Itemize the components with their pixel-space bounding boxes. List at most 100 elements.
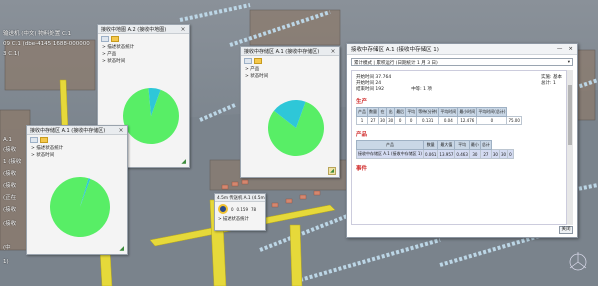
tree-item[interactable]: > 描述状态统计 <box>102 44 189 51</box>
table-cell: 0 <box>405 116 418 125</box>
popup-title: 接收中存储区 A.1 (接收中存储区) <box>30 127 106 134</box>
table-header-cell: 最大值 <box>437 140 456 150</box>
popup-title: 接收中地图 A.2 (接收中地图) <box>101 26 167 33</box>
popup-tree: > 描述状态统计 > 状态时间 <box>27 145 127 159</box>
conveyor-popup[interactable]: 4.5m 传送机 A.1 (4.5m) 0 0.159 78 > 描述状态统计 <box>214 193 266 231</box>
table-cell: 27 <box>479 149 492 159</box>
stats-popup-2[interactable]: 接收中存储区 A.1 (接收中存储区) × > 描述状态统计 > 状态时间 ◢ <box>26 125 128 255</box>
tree-item[interactable]: > 产品 <box>245 66 339 73</box>
popup-titlebar[interactable]: 接收中存储区 A.1 (接收中存储区) × <box>241 47 339 56</box>
gauge-icon <box>218 204 228 214</box>
table-cell: 30 <box>498 149 509 159</box>
table-header-cell: 产品 <box>356 140 424 150</box>
chevron-down-icon: ▾ <box>567 60 570 65</box>
camera-icon[interactable] <box>244 58 252 64</box>
status-pie-chart <box>123 88 179 144</box>
dropdown-value: 累计模式 | 累积运行 (日期统计 1 月 3 日) <box>354 61 438 66</box>
table-cell: 30 <box>490 149 500 159</box>
popup-readout: 0 0.159 78 <box>215 202 265 216</box>
scene-caption-2: 09 C.1 (dbe-4145 1688-000000 <box>3 41 90 47</box>
popup-title: 接收中存储区 A.1 (接收中存储区) <box>244 48 320 55</box>
table-header-cell: 数量 <box>422 140 439 150</box>
scene-caption-1: 输送机 (中文) 物料处置 C.1 <box>3 31 72 37</box>
tree-item[interactable]: > 状态时间 <box>102 58 189 65</box>
table-cell: 0.131 <box>416 116 440 125</box>
scrollbar-thumb[interactable] <box>568 85 572 145</box>
popup-tree: > 描述状态统计 > 产品 > 状态时间 <box>98 44 189 65</box>
table-header-cell: 产品 <box>356 107 368 117</box>
minimize-icon[interactable]: — <box>557 46 563 52</box>
table-header-cell: 数量 <box>367 107 379 117</box>
table-header-cell: 平均 <box>454 140 470 150</box>
tree-item[interactable]: > 产品 <box>102 51 189 58</box>
tree-item[interactable]: > 描述状态统计 <box>215 216 265 222</box>
scene-caption-3: 3 C.1) <box>3 51 20 57</box>
popup-titlebar[interactable]: 接收中地图 A.2 (接收中地图) × <box>98 25 189 34</box>
scene-label: A.1 <box>3 137 12 143</box>
popup-toolbar <box>27 135 127 145</box>
table-cell: 30 <box>386 116 396 125</box>
section-heading: 生产 <box>356 99 368 105</box>
close-icon[interactable]: × <box>568 46 573 52</box>
resize-grip-icon[interactable]: ◢ <box>181 158 186 165</box>
product-table: 产品 数量 最大值 平均 最小 总计 接收中存储区 A.1 (接收中存储区 1) 0.061… <box>356 140 514 159</box>
popup-toolbar <box>98 34 189 44</box>
popup-toolbar <box>241 56 339 66</box>
stats-popup-3[interactable]: 接收中存储区 A.1 (接收中存储区) × > 产品 > 状态时间 ◢ <box>240 46 340 178</box>
window-title: 接收中存储区 A.1 (接收中存储区 1) <box>351 47 439 53</box>
tree-item[interactable]: > 状态时间 <box>31 152 127 159</box>
scene-label: (接收 <box>3 183 17 189</box>
table-header-cell: 最小时间 <box>457 107 478 117</box>
table-header-cell: 平均时间(总计) <box>476 107 508 117</box>
table-cell: 30 <box>377 116 388 125</box>
readout-value: 0.159 <box>236 206 248 212</box>
close-icon[interactable]: × <box>330 48 336 55</box>
window-titlebar[interactable]: 接收中存储区 A.1 (接收中存储区 1) — × <box>347 44 577 55</box>
table-header-cell: 最后 <box>394 107 407 117</box>
scene-label: (接收 <box>3 207 17 213</box>
chart-icon[interactable] <box>111 36 119 42</box>
table-cell: 75.00 <box>506 116 522 125</box>
chart-icon[interactable] <box>40 137 48 143</box>
camera-icon[interactable] <box>30 137 38 143</box>
scene-label: (中 <box>3 245 11 251</box>
meta-line: 总计: 1 <box>541 81 556 86</box>
scene-label: (接收 <box>3 171 17 177</box>
table-header-cell: 平均 <box>405 107 418 117</box>
production-table: 产品 数量在出最后 平均 等待(分钟) 平均时间 最小时间 平均时间(总计) 1 27 30 30… <box>356 107 522 125</box>
table-header-cell: 总计 <box>479 140 492 150</box>
table-cell: 13.957 <box>437 149 456 159</box>
mode-dropdown[interactable]: 累计模式 | 累积运行 (日期统计 1 月 3 日) ▾ <box>351 58 573 66</box>
meta-line: 结束时间 192 <box>356 87 385 92</box>
vertical-scrollbar[interactable] <box>567 70 573 225</box>
table-header-cell: 等待(分钟) <box>416 107 440 117</box>
table-cell: 30 <box>468 149 481 159</box>
table-cell: 0.04 <box>438 116 459 125</box>
resize-grip-icon[interactable]: ◢ <box>328 167 336 175</box>
table-cell: 27 <box>367 116 379 125</box>
popup-title: 4.5m 传送机 A.1 (4.5m) <box>215 194 265 202</box>
close-icon[interactable]: × <box>180 26 186 33</box>
scene-label: 1) <box>3 259 9 265</box>
resize-grip-icon[interactable]: ◢ <box>119 245 124 252</box>
close-icon[interactable]: × <box>118 127 124 134</box>
scene-label: (正在 <box>3 195 17 201</box>
table-header-cell: 在 <box>377 107 388 117</box>
tree-item[interactable]: > 状态时间 <box>245 73 339 80</box>
close-button[interactable]: 关闭 <box>559 226 573 234</box>
stats-body: 开始时间 37.764 开始时间 24 结束时间 192 中等: 1 项 实施:… <box>351 70 567 225</box>
statistics-window[interactable]: 接收中存储区 A.1 (接收中存储区 1) — × 累计模式 | 累积运行 (日… <box>346 43 578 238</box>
popup-titlebar[interactable]: 接收中存储区 A.1 (接收中存储区) × <box>27 126 127 135</box>
camera-icon[interactable] <box>101 36 109 42</box>
scene-label: (接收 <box>3 221 17 227</box>
tree-item[interactable]: > 描述状态统计 <box>31 145 127 152</box>
table-cell: 接收中存储区 A.1 (接收中存储区 1) <box>356 149 424 159</box>
status-pie-chart <box>268 100 324 156</box>
chart-icon[interactable] <box>254 58 262 64</box>
table-cell: 0.463 <box>454 149 470 159</box>
scene-label: (接收 <box>3 147 17 153</box>
meta-line: 中等: 1 项 <box>411 87 432 92</box>
table-cell: 0 <box>476 116 508 125</box>
table-cell: 0.061 <box>422 149 439 159</box>
table-header-cell: 最小 <box>468 140 481 150</box>
